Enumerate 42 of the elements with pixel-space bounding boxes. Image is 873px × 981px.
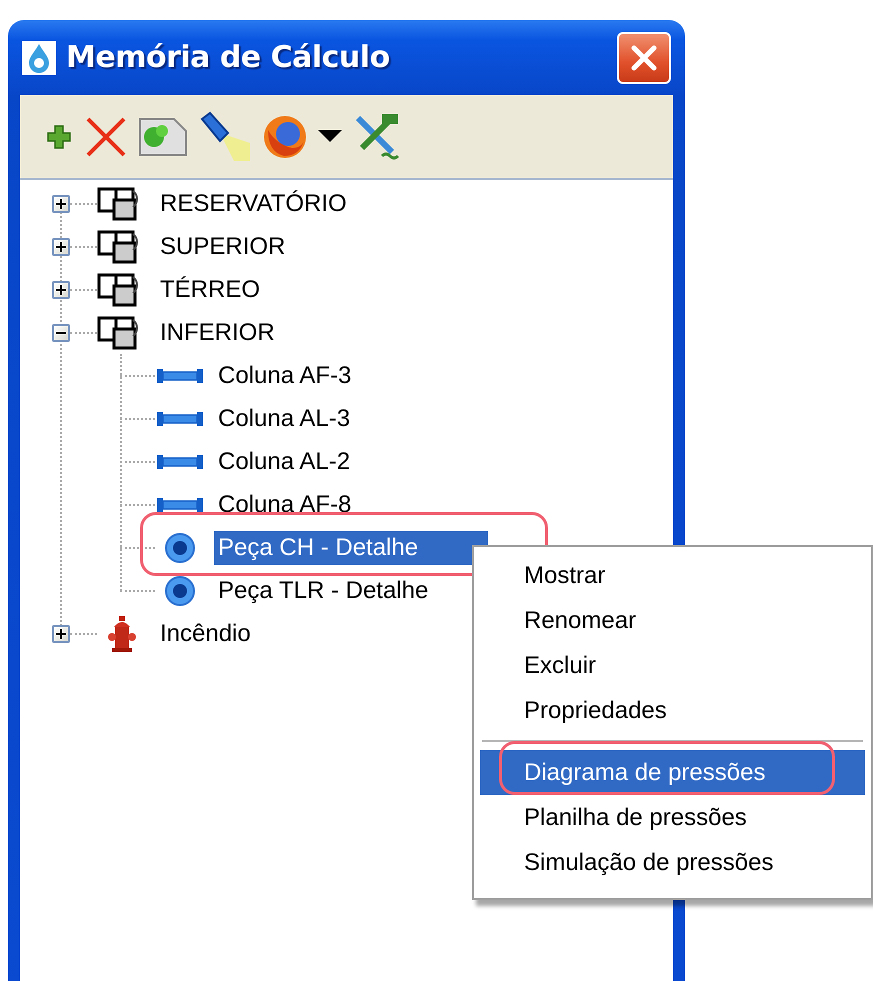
tree-item[interactable]: Incêndio xyxy=(156,616,255,650)
menu-item[interactable]: Planilha de pressões xyxy=(480,795,865,840)
pipe-icon xyxy=(156,410,204,426)
menu-item[interactable]: Excluir xyxy=(480,643,865,688)
flashlight-button[interactable] xyxy=(198,110,252,162)
menu-item[interactable]: Propriedades xyxy=(480,688,865,733)
menu-item[interactable]: Renomear xyxy=(480,598,865,643)
image-document-button[interactable] xyxy=(138,116,188,156)
tree-item[interactable]: INFERIOR xyxy=(156,316,279,350)
expand-toggle[interactable] xyxy=(52,280,70,298)
close-icon xyxy=(630,44,658,72)
menu-item[interactable]: Simulação de pressões xyxy=(480,840,865,885)
valve-dot-icon xyxy=(164,532,196,564)
tree-item[interactable]: Coluna AF-3 xyxy=(214,358,356,392)
tree-item[interactable]: RESERVATÓRIO xyxy=(156,186,351,220)
dropdown-caret-icon[interactable] xyxy=(318,130,342,144)
plus-icon xyxy=(56,198,66,208)
pipe-icon xyxy=(156,454,204,470)
tree-item[interactable]: TÉRREO xyxy=(156,272,264,306)
tree-item[interactable]: Coluna AL-2 xyxy=(214,444,354,478)
tree-item[interactable]: Peça CH - Detalhe xyxy=(214,530,488,564)
valve-dot-icon xyxy=(164,574,196,606)
plus-icon xyxy=(56,242,66,252)
expand-toggle[interactable] xyxy=(52,624,70,642)
window-title: Memória de Cálculo xyxy=(66,40,391,75)
tree-item[interactable]: Peça TLR - Detalhe xyxy=(214,574,432,608)
tree-item[interactable]: Coluna AL-3 xyxy=(214,402,354,436)
fire-hydrant-icon xyxy=(107,614,137,652)
globe-button[interactable] xyxy=(262,114,308,160)
expand-toggle[interactable] xyxy=(52,194,70,212)
expand-toggle[interactable] xyxy=(52,324,70,342)
plus-icon xyxy=(56,284,66,294)
delete-button[interactable] xyxy=(84,114,128,158)
tree-item[interactable]: SUPERIOR xyxy=(156,230,290,264)
menu-item[interactable]: Diagrama de pressões xyxy=(480,750,865,795)
water-drop-icon xyxy=(22,40,56,74)
close-button[interactable] xyxy=(617,32,671,84)
plus-icon xyxy=(56,628,66,638)
pipe-icon xyxy=(156,496,204,512)
expand-toggle[interactable] xyxy=(52,238,70,256)
pipe-icon xyxy=(156,368,204,384)
tree-item[interactable]: Coluna AF-8 xyxy=(214,488,356,522)
